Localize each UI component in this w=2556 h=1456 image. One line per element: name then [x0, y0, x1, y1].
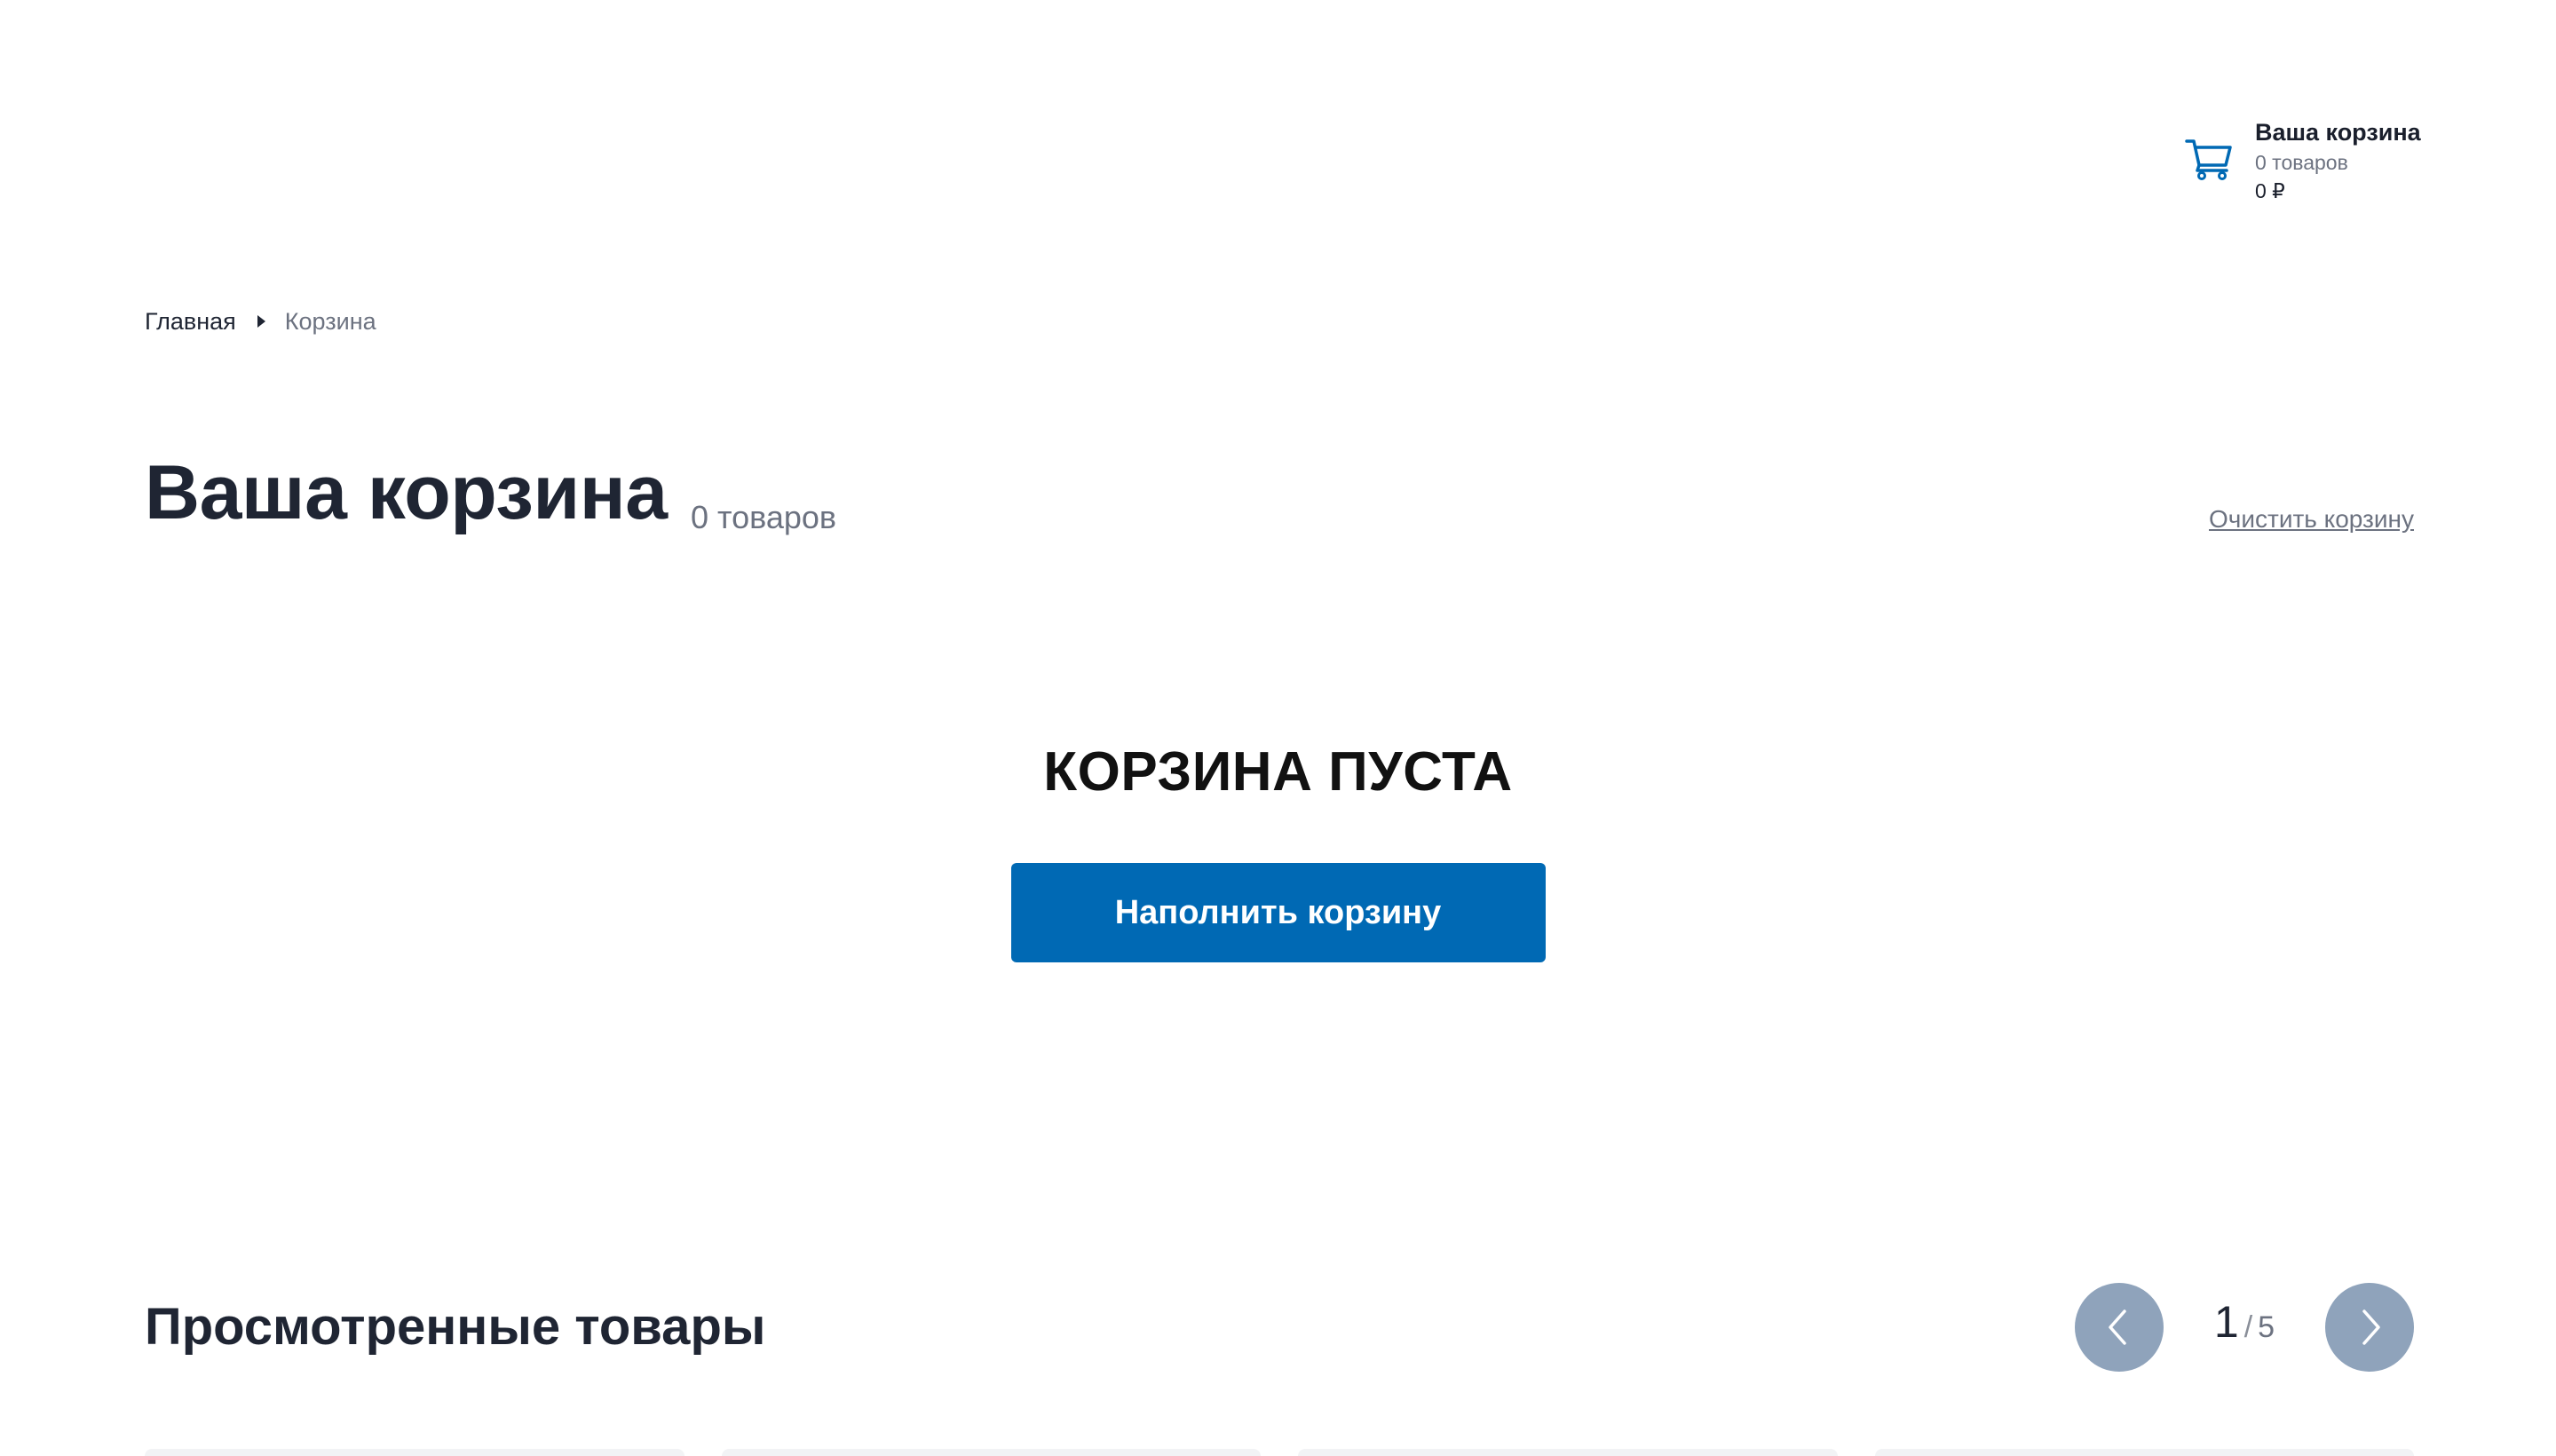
- fill-cart-button[interactable]: Наполнить корзину: [1010, 863, 1546, 962]
- pager-next-button[interactable]: [2325, 1283, 2414, 1372]
- product-card[interactable]: [721, 1449, 1261, 1456]
- pager-prev-button[interactable]: [2075, 1283, 2164, 1372]
- pager-info: 1/5: [2164, 1295, 2325, 1360]
- cart-icon: [2185, 139, 2232, 180]
- viewed-products-pager: 1/5: [2075, 1283, 2414, 1372]
- header-cart-title: Ваша корзина: [2255, 119, 2421, 146]
- product-card[interactable]: [1298, 1449, 1838, 1456]
- pager-total-pages: 5: [2258, 1310, 2275, 1344]
- pager-separator: /: [2243, 1310, 2253, 1344]
- page-title: Ваша корзина: [145, 450, 668, 535]
- breadcrumb: Главная Корзина: [145, 305, 376, 337]
- page: Ваша корзина 0 товаров 0 ₽ Главная Корзи…: [0, 0, 2556, 1456]
- clear-cart-link[interactable]: Очистить корзину: [2209, 502, 2414, 537]
- breadcrumb-current: Корзина: [284, 308, 376, 335]
- viewed-products-title: Просмотренные товары: [145, 1298, 766, 1356]
- viewed-products-list: [145, 1449, 2414, 1456]
- header-cart-info: Ваша корзина 0 товаров 0 ₽: [2255, 117, 2421, 204]
- chevron-right-icon: [2362, 1310, 2380, 1345]
- product-card[interactable]: [145, 1449, 685, 1456]
- header-cart-count: 0 товаров: [2255, 151, 2348, 174]
- header-cart-widget[interactable]: Ваша корзина 0 товаров 0 ₽: [2184, 117, 2421, 204]
- empty-cart-state: КОРЗИНА ПУСТА Наполнить корзину: [0, 737, 2556, 962]
- product-card[interactable]: [1874, 1449, 2414, 1456]
- header-cart-total: 0 ₽: [2255, 179, 2285, 202]
- breadcrumb-home-link[interactable]: Главная: [145, 305, 236, 337]
- chevron-left-icon: [2109, 1310, 2126, 1345]
- pager-current-page: 1: [2213, 1296, 2239, 1347]
- empty-cart-title: КОРЗИНА ПУСТА: [1043, 741, 1513, 803]
- viewed-products-header: Просмотренные товары 1/5: [145, 1278, 2414, 1376]
- page-item-count: 0 товаров: [691, 499, 837, 535]
- breadcrumb-separator-icon: [257, 315, 265, 328]
- page-title-row: Ваша корзина 0 товаров Очистить корзину: [145, 448, 2414, 537]
